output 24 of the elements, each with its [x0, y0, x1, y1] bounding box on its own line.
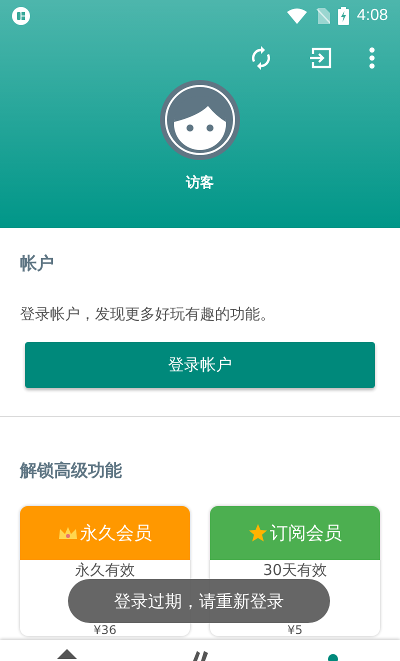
app-icon: [12, 7, 30, 25]
status-time: 4:08: [356, 7, 388, 25]
price-text: ¥36: [92, 624, 118, 636]
sync-icon[interactable]: [249, 46, 273, 70]
description-text: 登录帐户，发现更多好玩有趣的功能。: [20, 305, 276, 324]
plan-name: 永久会员: [80, 522, 152, 545]
battery-charging-icon: [338, 7, 349, 25]
validity-text: 30天有效: [262, 562, 328, 579]
section-title: 解锁高级功能: [20, 460, 123, 482]
crown-icon: [58, 525, 78, 541]
no-sim-icon: [316, 8, 330, 24]
wifi-icon: [286, 8, 308, 24]
validity-text: 永久有效: [74, 562, 136, 579]
toast-message: 登录过期，请重新登录: [68, 579, 330, 623]
login-button[interactable]: 登录帐户: [25, 342, 375, 388]
user-name: 访客: [186, 174, 214, 192]
star-icon: [248, 523, 268, 543]
price-text: ¥5: [286, 624, 304, 636]
home-icon[interactable]: [56, 649, 77, 661]
section-title: 帐户: [20, 253, 55, 275]
login-icon[interactable]: [309, 46, 333, 70]
avatar-icon[interactable]: [160, 80, 240, 160]
plan-name: 订阅会员: [270, 522, 342, 545]
more-options-icon[interactable]: [369, 47, 375, 69]
